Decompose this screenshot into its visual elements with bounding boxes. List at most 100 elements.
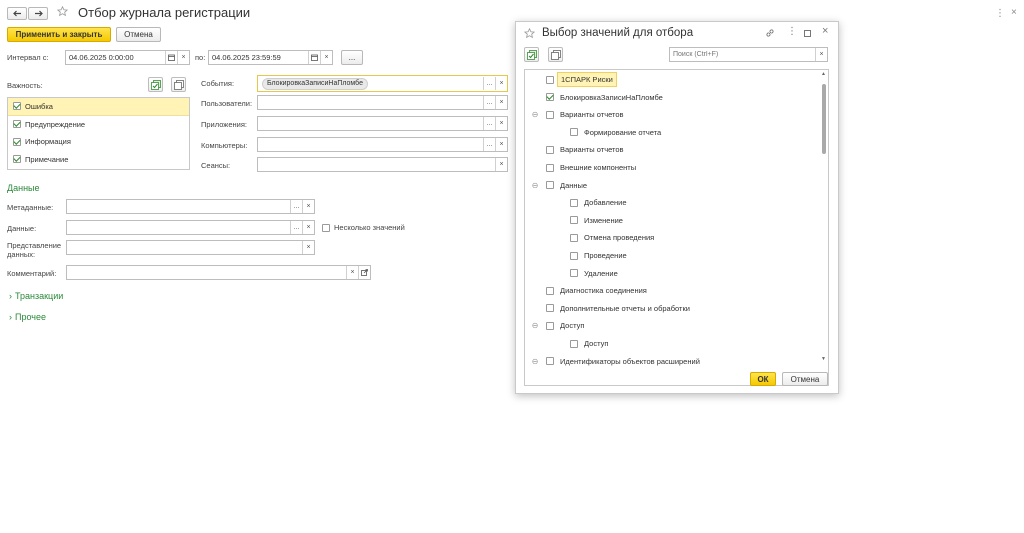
close-icon[interactable]: × [822,25,828,37]
tree-row[interactable]: Варианты отчетов [525,141,624,158]
more-vert-icon[interactable]: ⋮ [787,26,797,37]
tree-row[interactable]: ⊖ Варианты отчетов [525,106,624,123]
scroll-thumb[interactable] [822,84,826,154]
tree-row[interactable]: ⊖ Доступ [525,317,585,334]
importance-item-warning[interactable]: Предупреждение [8,116,189,134]
select-button[interactable]: ... [483,117,495,130]
tree-checkbox[interactable] [546,304,554,313]
dialog-cancel-button[interactable]: Отмена [782,372,828,386]
clear-icon[interactable]: × [320,51,332,64]
clear-icon[interactable]: × [495,117,507,130]
collapse-icon[interactable]: ⊖ [531,357,539,366]
apply-close-button[interactable]: Применить и закрыть [7,27,111,42]
calendar-icon[interactable] [165,51,177,64]
tree-checkbox[interactable] [546,93,554,102]
scroll-down-icon[interactable]: ▼ [821,356,826,362]
select-button[interactable]: ... [483,77,495,90]
favorite-star-icon[interactable] [523,27,536,41]
checkbox[interactable] [13,137,21,146]
tree-row[interactable]: БлокировкаЗаписиНаПломбе [525,89,663,106]
tree-row[interactable]: Добавление [525,194,627,211]
check-all-button[interactable] [524,47,539,62]
tree-row[interactable]: ⊖ Данные [525,177,587,194]
select-button[interactable]: ... [290,200,302,213]
other-section[interactable]: › Прочее [9,312,46,322]
comment-field[interactable]: × [66,265,371,280]
tree-row[interactable]: Отмена проведения [525,229,654,246]
computers-field[interactable]: ... × [257,137,508,152]
tree-checkbox[interactable] [546,321,554,330]
select-button[interactable]: ... [483,96,495,109]
tree-row[interactable]: Внешние компоненты [525,159,636,176]
tree-checkbox[interactable] [570,251,578,260]
tree-checkbox[interactable] [570,198,578,207]
tree-row[interactable]: Проведение [525,247,627,264]
clear-icon[interactable]: × [302,221,314,234]
tree-checkbox[interactable] [546,286,554,295]
uncheck-all-button[interactable] [171,77,186,92]
collapse-icon[interactable]: ⊖ [531,321,539,330]
tree-checkbox[interactable] [546,357,554,366]
clear-icon[interactable]: × [495,158,507,171]
clear-icon[interactable]: × [495,138,507,151]
scrollbar[interactable]: ▲ ▼ [821,71,827,362]
tree-row[interactable]: Доступ [525,335,608,352]
search-input[interactable] [670,50,815,59]
link-icon[interactable] [765,28,775,40]
tree-checkbox[interactable] [570,233,578,242]
interval-from-field[interactable]: 04.06.2025 0:00:00 × [65,50,190,65]
check-all-button[interactable] [148,77,163,92]
ok-button[interactable]: ОК [750,372,776,386]
data-repr-field[interactable]: × [66,240,315,255]
multi-values-option[interactable]: Несколько значений [322,223,405,232]
clear-icon[interactable]: × [815,48,827,61]
collapse-icon[interactable]: ⊖ [531,181,539,190]
tree-checkbox[interactable] [570,269,578,278]
tree-checkbox[interactable] [546,75,554,84]
tree-checkbox[interactable] [570,339,578,348]
metadata-field[interactable]: ... × [66,199,315,214]
tree-row[interactable]: Формирование отчета [525,124,661,141]
sessions-field[interactable]: × [257,157,508,172]
tree-checkbox[interactable] [546,110,554,119]
tree-row[interactable]: Дополнительные отчеты и обработки [525,300,690,317]
search-field[interactable]: × [669,47,828,62]
open-icon[interactable] [358,266,370,279]
collapse-icon[interactable]: ⊖ [531,110,539,119]
interval-to-field[interactable]: 04.06.2025 23:59:59 × [208,50,333,65]
importance-item-information[interactable]: Информация [8,133,189,151]
data-field[interactable]: ... × [66,220,315,235]
tree-row[interactable]: 1СПАРК Риски [525,71,617,88]
clear-icon[interactable]: × [177,51,189,64]
clear-icon[interactable]: × [302,200,314,213]
clear-icon[interactable]: × [302,241,314,254]
events-tag[interactable]: БлокировкаЗаписиНаПломбе [262,77,368,90]
events-field[interactable]: БлокировкаЗаписиНаПломбе ... × [257,75,508,92]
maximize-icon[interactable] [804,30,811,37]
select-button[interactable]: ... [290,221,302,234]
users-field[interactable]: ... × [257,95,508,110]
tree-row[interactable]: Диагностика соединения [525,282,647,299]
clear-icon[interactable]: × [495,96,507,109]
interval-more-button[interactable]: ... [341,50,363,65]
calendar-icon[interactable] [308,51,320,64]
transactions-section[interactable]: › Транзакции [9,291,63,301]
uncheck-all-button[interactable] [548,47,563,62]
clear-icon[interactable]: × [495,77,507,90]
tree-checkbox[interactable] [546,145,554,154]
select-button[interactable]: ... [483,138,495,151]
multi-values-checkbox[interactable] [322,223,330,232]
clear-icon[interactable]: × [346,266,358,279]
favorite-star-icon[interactable] [56,5,69,18]
back-button[interactable] [7,7,27,20]
cancel-button[interactable]: Отмена [116,27,161,42]
checkbox[interactable] [13,102,21,111]
scroll-up-icon[interactable]: ▲ [821,71,826,77]
tree-row[interactable]: Изменение [525,212,623,229]
tree-row[interactable]: ⊖ Идентификаторы объектов расширений [525,353,700,370]
tree-checkbox[interactable] [546,181,554,190]
tree-row[interactable]: Удаление [525,265,618,282]
importance-item-note[interactable]: Примечание [8,151,189,169]
checkbox[interactable] [13,155,21,164]
apps-field[interactable]: ... × [257,116,508,131]
